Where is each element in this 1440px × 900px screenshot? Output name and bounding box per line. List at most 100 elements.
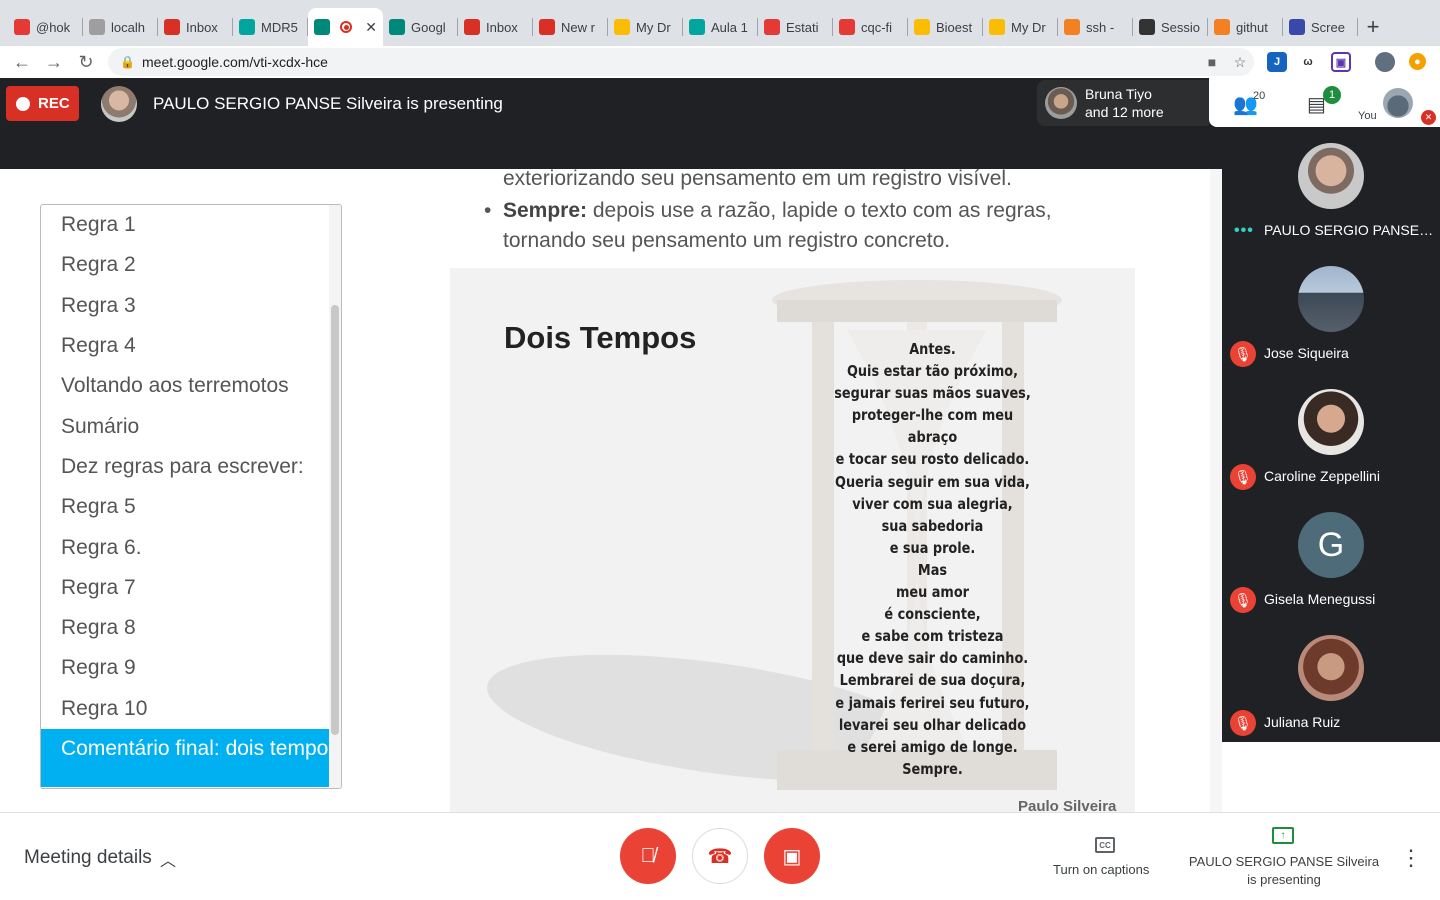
outline-item-selected[interactable]: Comentário final: dois tempos xyxy=(41,728,341,787)
classroom-icon xyxy=(689,19,705,35)
tab-label: @hok xyxy=(36,19,71,35)
browser-tab[interactable]: My Dr xyxy=(983,8,1058,46)
outline-item[interactable]: Regra 9 xyxy=(41,648,341,688)
close-tab-icon[interactable]: ✕ xyxy=(365,19,377,36)
stack-icon xyxy=(1064,19,1080,35)
outline-item[interactable]: Sumário xyxy=(41,406,341,446)
clapper-icon xyxy=(839,19,855,35)
url-text: meet.google.com/vti-xcdx-hce xyxy=(142,54,328,70)
browser-tab[interactable]: MDR5 xyxy=(233,8,308,46)
camera-blocked-icon[interactable]: ■ xyxy=(1198,54,1226,70)
participant-tile[interactable]: 🎙 Juliana Ruiz xyxy=(1222,619,1440,742)
poem-line: e sua prole. xyxy=(889,538,976,557)
profile-avatar[interactable] xyxy=(1375,52,1395,72)
browser-tab[interactable]: Estati xyxy=(758,8,833,46)
reload-button[interactable]: ↻ xyxy=(70,48,102,76)
outline-item[interactable]: Voltando aos terremotos xyxy=(41,366,341,406)
self-avatar[interactable] xyxy=(1383,88,1413,118)
browser-tab[interactable]: cqc-fi xyxy=(833,8,908,46)
tab-label: Inbox xyxy=(486,19,518,35)
tab-label: My Dr xyxy=(636,19,671,35)
extension-screen-icon[interactable]: ▣ xyxy=(1331,52,1351,72)
outline-item[interactable]: Regra 10 xyxy=(41,689,341,729)
participant-tile[interactable]: 🎙 Caroline Zeppellini xyxy=(1222,373,1440,496)
poem-author: Paulo Silveira xyxy=(1018,798,1117,812)
captions-icon[interactable]: CC xyxy=(1095,837,1115,853)
browser-tab[interactable]: Bioest xyxy=(908,8,983,46)
avatar xyxy=(1298,143,1364,209)
forward-button[interactable]: → xyxy=(38,48,70,76)
address-bar[interactable]: 🔒 meet.google.com/vti-xcdx-hce ■ ☆ xyxy=(108,48,1254,76)
outline-item[interactable]: Regra 6. xyxy=(41,527,341,567)
browser-tab[interactable]: ssh - xyxy=(1058,8,1133,46)
outline-item[interactable]: Dez regras para escrever: xyxy=(41,447,341,487)
chevron-up-icon[interactable]: ︿ xyxy=(160,847,176,871)
outline-item[interactable]: Regra 1 xyxy=(41,205,341,245)
meet-top-right-controls: 👥 20 ▤ 1 You ✕ xyxy=(1209,78,1440,127)
participant-name: Gisela Menegussi xyxy=(1264,591,1376,607)
presentation-area: Regra 1 Regra 2 Regra 3 Regra 4 Voltando aos… xyxy=(0,169,1222,812)
attendee-pill[interactable]: Bruna Tiyo and 12 more xyxy=(1037,80,1213,126)
extension-j-icon[interactable]: J xyxy=(1267,52,1287,72)
red-square-icon xyxy=(14,19,30,35)
participant-tile[interactable]: G 🎙 Gisela Menegussi xyxy=(1222,496,1440,619)
outline-item[interactable]: Regra 2 xyxy=(41,245,341,285)
browser-tab[interactable]: Googl xyxy=(383,8,458,46)
outline-item[interactable]: Regra 5 xyxy=(41,487,341,527)
hang-up-button[interactable]: ☎ xyxy=(692,828,748,884)
outline-item[interactable]: Regra 3 xyxy=(41,286,341,326)
poem-line: Lembrarei de sua doçura, xyxy=(839,671,1026,690)
browser-tab[interactable]: Aula 1 xyxy=(683,8,758,46)
extension-ut-icon[interactable]: ω xyxy=(1298,52,1318,72)
participant-tile[interactable]: 🎙 Jose Siqueira xyxy=(1222,250,1440,373)
browser-tab[interactable]: localh xyxy=(83,8,158,46)
gmail-icon xyxy=(464,19,480,35)
browser-tab[interactable]: githut xyxy=(1208,8,1283,46)
mic-off-icon: ✕ xyxy=(1421,110,1436,125)
outline-scroll-thumb[interactable] xyxy=(331,305,339,735)
presentation-scrollbar[interactable] xyxy=(1210,169,1222,812)
present-button-label[interactable]: PAULO SERGIO PANSE Silveira is presentin… xyxy=(1186,853,1382,889)
browser-tab[interactable]: Inbox xyxy=(458,8,533,46)
more-options-icon[interactable]: ⋮ xyxy=(1400,845,1422,871)
extension-orange-icon[interactable]: ● xyxy=(1409,53,1426,70)
poem-line: e tocar seu rosto delicado. xyxy=(835,450,1030,469)
participant-name: Juliana Ruiz xyxy=(1264,714,1341,730)
bullet-previous-line: exteriorizando seu pensamento em um regi… xyxy=(503,169,1012,190)
poem-line: levarei seu olhar delicado xyxy=(838,715,1027,734)
new-tab-button[interactable]: + xyxy=(1358,8,1388,46)
slide-outline-list[interactable]: Regra 1 Regra 2 Regra 3 Regra 4 Voltando aos… xyxy=(40,204,342,789)
browser-tab[interactable]: @hok xyxy=(8,8,83,46)
rec-label: REC xyxy=(38,95,70,112)
browser-tab[interactable]: Scree xyxy=(1283,8,1358,46)
browser-tab[interactable]: New r xyxy=(533,8,608,46)
present-screen-icon[interactable]: ↑ xyxy=(1272,827,1294,844)
poem-line: Quis estar tão próximo, xyxy=(846,362,1019,381)
participant-tile[interactable]: ••• PAULO SERGIO PANSE Sil... xyxy=(1222,127,1440,250)
browser-tab[interactable]: Inbox xyxy=(158,8,233,46)
camera-toggle-button[interactable]: ▣ xyxy=(764,828,820,884)
back-button[interactable]: ← xyxy=(6,48,38,76)
poem-image: Dois Tempos Antes. Quis estar tão próximo… xyxy=(450,268,1135,812)
mic-toggle-button[interactable]: 🎙̸ xyxy=(620,828,676,884)
avatar xyxy=(1298,635,1364,701)
browser-tab[interactable]: My Dr xyxy=(608,8,683,46)
meeting-details-button[interactable]: Meeting details xyxy=(24,847,152,869)
bookmark-star-icon[interactable]: ☆ xyxy=(1226,54,1254,71)
participant-name: Jose Siqueira xyxy=(1264,345,1349,361)
browser-tab[interactable]: Sessio xyxy=(1133,8,1208,46)
github-icon xyxy=(1139,19,1155,35)
outline-item[interactable]: Regra 4 xyxy=(41,326,341,366)
gmail-icon xyxy=(539,19,555,35)
poem-line: meu amor xyxy=(895,583,970,602)
poem-text: Antes. Quis estar tão próximo, segurar sua… xyxy=(831,338,1034,780)
browser-tab[interactable]: ✕ xyxy=(308,8,383,46)
captions-button-label[interactable]: Turn on captions xyxy=(1053,862,1149,877)
gmail-icon xyxy=(164,19,180,35)
poem-line: que deve sair do caminho. xyxy=(836,649,1029,668)
drive-icon xyxy=(989,19,1005,35)
chat-badge: 1 xyxy=(1323,86,1341,104)
outline-item[interactable]: Regra 8 xyxy=(41,608,341,648)
outline-scrollbar[interactable] xyxy=(329,205,341,788)
outline-item[interactable]: Regra 7 xyxy=(41,568,341,608)
